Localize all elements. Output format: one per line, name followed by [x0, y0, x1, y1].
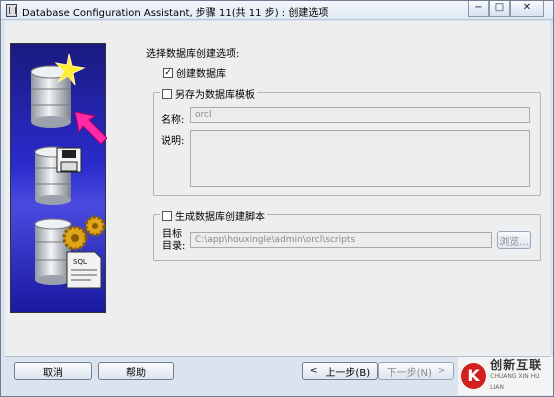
- create-options-prompt: 选择数据库创建选项:: [146, 49, 240, 60]
- database-floppy-icon: [34, 146, 82, 205]
- chevron-right-icon: >: [437, 366, 446, 376]
- minimize-button[interactable]: −: [468, 1, 489, 17]
- wizard-illustration: SQL: [10, 43, 107, 313]
- pointer-arrow-icon: [74, 111, 107, 145]
- back-button[interactable]: < 上一步(B): [302, 362, 378, 380]
- title-bar: Database Configuration Assistant, 步骤 11(…: [1, 1, 553, 20]
- chevron-left-icon: <: [309, 366, 318, 376]
- maximize-button[interactable]: □: [489, 1, 510, 17]
- template-description-label: 说明:: [161, 136, 185, 147]
- cancel-button[interactable]: 取消: [14, 362, 92, 380]
- back-button-label: 上一步(B): [325, 367, 371, 379]
- checkbox-box[interactable]: [162, 88, 172, 99]
- checkbox-box[interactable]: ✓: [163, 67, 173, 78]
- template-name-input[interactable]: orcl: [190, 107, 530, 123]
- template-name-label: 名称:: [161, 115, 185, 126]
- svg-text:SQL: SQL: [73, 258, 87, 266]
- checkbox-box[interactable]: [162, 210, 172, 221]
- save-template-label: 另存为数据库模板: [175, 90, 255, 101]
- scripts-directory-label: 目标 目录:: [162, 229, 186, 252]
- watermark-cn: 创新互联: [490, 357, 543, 372]
- close-button[interactable]: ✕: [510, 1, 544, 17]
- window-controls: − □ ✕: [468, 1, 544, 18]
- next-button-label: 下一步(N): [386, 367, 432, 379]
- window-title: Database Configuration Assistant, 步骤 11(…: [22, 8, 329, 19]
- browse-button[interactable]: 浏览...: [497, 231, 531, 249]
- dbca-window: Database Configuration Assistant, 步骤 11(…: [0, 0, 554, 397]
- generate-scripts-checkbox[interactable]: 生成数据库创建脚本: [160, 208, 267, 223]
- watermark-en: CHUANG XIN HU LIAN: [490, 372, 540, 391]
- next-button[interactable]: 下一步(N) >: [378, 362, 454, 380]
- scripts-directory-input[interactable]: C:\app\houxingle\admin\orcl\scripts: [190, 232, 492, 248]
- create-database-checkbox[interactable]: ✓ 创建数据库: [163, 65, 226, 80]
- generate-scripts-label: 生成数据库创建脚本: [175, 212, 265, 223]
- save-template-checkbox[interactable]: 另存为数据库模板: [160, 86, 257, 101]
- watermark-logo: K: [461, 363, 487, 389]
- create-database-label: 创建数据库: [176, 69, 226, 80]
- app-icon: [6, 4, 17, 17]
- help-button[interactable]: 帮助: [98, 362, 174, 380]
- template-description-textarea[interactable]: [190, 130, 530, 187]
- watermark: K 创新互联 CHUANG XIN HU LIAN: [458, 357, 553, 395]
- sql-document-icon: SQL: [66, 251, 102, 289]
